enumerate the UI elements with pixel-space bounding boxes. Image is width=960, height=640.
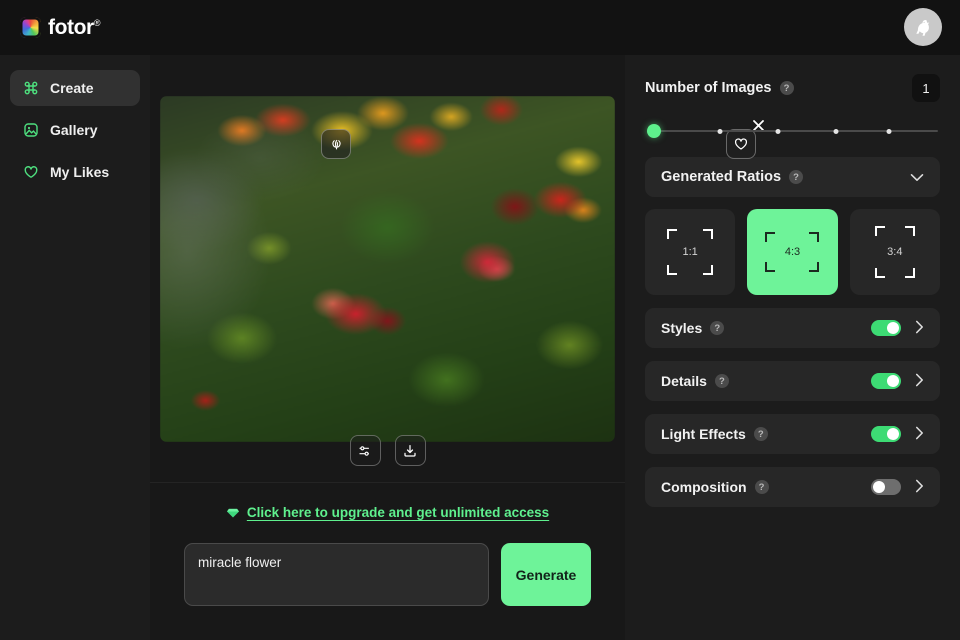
option-row-light-effects[interactable]: Light Effects ? (645, 414, 940, 454)
details-toggle[interactable] (871, 373, 901, 389)
light-effects-toggle[interactable] (871, 426, 901, 442)
generated-ratios-label: Generated Ratios (661, 169, 782, 185)
sidebar: Create Gallery My Likes (0, 55, 150, 640)
avatar[interactable] (904, 8, 942, 46)
prompt-section: Click here to upgrade and get unlimited … (150, 483, 625, 640)
registered-mark: ® (93, 17, 101, 28)
generated-image[interactable] (160, 96, 615, 442)
generate-button[interactable]: Generate (501, 543, 591, 606)
question-mark-icon[interactable]: ? (710, 321, 725, 335)
number-of-images-slider[interactable] (647, 123, 938, 139)
ratio-options: 1:1 4:3 3:4 (645, 209, 940, 295)
slider-knob[interactable] (647, 124, 661, 138)
number-of-images-value: 1 (912, 74, 940, 102)
chevron-right-icon[interactable] (915, 320, 924, 336)
ratio-option-3-4[interactable]: 3:4 (849, 209, 940, 295)
slider-tick (717, 128, 723, 134)
ratio-label: 1:1 (682, 246, 698, 258)
styles-toggle[interactable] (871, 320, 901, 336)
slider-tick (833, 128, 839, 134)
fotor-ai-image-generator: fotor® Create Gallery My Likes Click her… (0, 0, 960, 640)
option-row-composition[interactable]: Composition ? (645, 467, 940, 507)
sidebar-item-label: Create (50, 80, 94, 96)
ratio-option-4-3[interactable]: 4:3 (747, 209, 838, 295)
upgrade-link-label: Click here to upgrade and get unlimited … (246, 505, 550, 520)
gem-diamond-icon (226, 508, 239, 517)
image-toolbar (150, 435, 625, 466)
slider-tick (886, 128, 892, 134)
option-label: Details (661, 373, 707, 389)
fotor-color-wheel-logo (20, 17, 41, 38)
option-label: Styles (661, 320, 703, 336)
canvas-area (150, 55, 764, 482)
settings-panel: Number of Images ? 1 Generated Ratios ? (625, 55, 960, 640)
question-mark-icon[interactable]: ? (789, 170, 804, 184)
sidebar-item-gallery[interactable]: Gallery (10, 112, 140, 148)
ratio-option-1-1[interactable]: 1:1 (645, 209, 736, 295)
option-label: Composition (661, 479, 747, 495)
option-row-styles[interactable]: Styles ? (645, 308, 940, 348)
sidebar-item-create[interactable]: Create (10, 70, 140, 106)
number-of-images-label: Number of Images (645, 80, 772, 96)
composition-toggle[interactable] (871, 479, 901, 495)
question-mark-icon[interactable]: ? (779, 81, 794, 95)
sliders-adjust-icon (359, 445, 369, 456)
option-label: Light Effects (661, 426, 746, 442)
sidebar-item-my-likes[interactable]: My Likes (10, 154, 140, 190)
main-canvas-panel: Click here to upgrade and get unlimited … (150, 55, 764, 640)
download-button[interactable] (394, 435, 426, 466)
number-of-images-header: Number of Images ? 1 (645, 74, 940, 102)
upgrade-link[interactable]: Click here to upgrade and get unlimited … (226, 505, 549, 520)
brand-name: fotor (48, 15, 94, 39)
top-bar: fotor® (0, 0, 960, 55)
generated-ratios-header[interactable]: Generated Ratios ? (645, 157, 940, 197)
bird-avatar-icon (916, 19, 930, 36)
adjust-button[interactable] (349, 435, 381, 466)
chevron-right-icon[interactable] (915, 479, 924, 495)
artwork-haze-overlay (160, 96, 615, 442)
slider-tick (775, 128, 781, 134)
question-mark-icon[interactable]: ? (714, 374, 729, 388)
ratio-label: 4:3 (784, 246, 801, 258)
command-icon (22, 80, 39, 97)
chevron-right-icon[interactable] (915, 373, 924, 389)
brand-logo[interactable]: fotor® (20, 16, 100, 40)
download-icon (404, 444, 416, 457)
chevron-right-icon[interactable] (915, 426, 924, 442)
option-row-details[interactable]: Details ? (645, 361, 940, 401)
sidebar-item-label: My Likes (50, 164, 110, 180)
sidebar-item-label: Gallery (50, 122, 98, 138)
question-mark-icon[interactable]: ? (753, 427, 768, 441)
chevron-down-icon[interactable] (910, 170, 924, 184)
slider-track (647, 130, 938, 132)
prompt-input[interactable] (184, 543, 489, 606)
question-mark-icon[interactable]: ? (754, 480, 769, 494)
heart-icon (22, 164, 39, 181)
ratio-label: 3:4 (887, 246, 903, 258)
image-icon (22, 122, 39, 139)
magic-variation-icon[interactable] (321, 129, 351, 159)
